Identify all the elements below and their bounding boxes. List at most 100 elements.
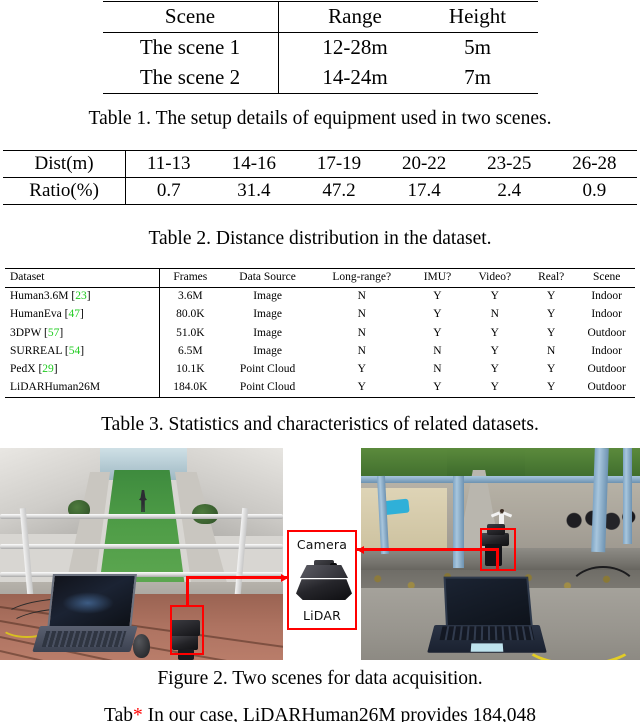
table-3-cell-dataset: HumanEva [47] bbox=[10, 308, 84, 321]
table-2-caption: Table 2. Distance distribution in the da… bbox=[148, 228, 492, 249]
citation-ref[interactable]: 47 bbox=[68, 308, 80, 321]
table-2-ratio-cell: 0.9 bbox=[582, 180, 607, 201]
table-3-cell-frames: 184.0K bbox=[158, 378, 221, 398]
table-row: SURREAL [54] 6.5M Image N N Y N Indoor bbox=[5, 342, 635, 361]
table-3-cell-imu: Y bbox=[433, 308, 442, 321]
table-3-header-real: Real? bbox=[538, 271, 565, 284]
table-3-cell-scene: Outdoor bbox=[587, 326, 626, 339]
dataset-name: 3DPW bbox=[10, 326, 42, 339]
table-3-header-dataset: Dataset bbox=[10, 271, 45, 284]
table-1-header-scene: Scene bbox=[164, 4, 216, 28]
lidar-top-face bbox=[300, 565, 348, 578]
table-3-cell-imu: Y bbox=[433, 290, 442, 303]
table-3-header-video: Video? bbox=[478, 271, 512, 284]
table-3-cell-scene: Indoor bbox=[591, 290, 623, 303]
cut-off-pre: Tab bbox=[104, 706, 133, 722]
table-3-cell-long-range: Y bbox=[357, 362, 366, 375]
table-1-cell-scene: The scene 1 bbox=[139, 35, 241, 59]
table-3-cell-imu: N bbox=[433, 362, 442, 375]
table-3: Dataset Frames Data Source Long-range? I… bbox=[5, 268, 635, 398]
citation-ref[interactable]: 29 bbox=[42, 363, 54, 375]
table-3-cell-real: Y bbox=[547, 362, 556, 375]
table-2-label-dist: Dist(m) bbox=[34, 153, 94, 174]
table-3-cell-frames: 3.6M bbox=[158, 287, 221, 307]
figure-2-caption: Figure 2. Two scenes for data acquisitio… bbox=[157, 668, 483, 689]
citation-ref[interactable]: 54 bbox=[69, 345, 81, 357]
table-3-cell-scene: Indoor bbox=[591, 344, 623, 357]
table-3-caption: Table 3. Statistics and characteristics … bbox=[101, 414, 539, 435]
table-3-header-long-range: Long-range? bbox=[332, 271, 392, 284]
citation-ref[interactable]: 23 bbox=[75, 290, 87, 303]
table-3-cell-long-range: N bbox=[357, 290, 366, 303]
table-3-cell-long-range: Y bbox=[357, 380, 366, 393]
lidar-highlight-box-left bbox=[170, 605, 204, 655]
table-3-cell-source: Image bbox=[253, 290, 282, 303]
laptop-trackpad bbox=[470, 643, 504, 652]
laptop-keyboard bbox=[41, 631, 127, 647]
callout-connector-vertical-left bbox=[186, 576, 189, 606]
table-3-cell-imu: Y bbox=[433, 326, 442, 339]
table-1-header-range: Range bbox=[277, 1, 418, 33]
table-3-cell-source: Image bbox=[253, 326, 282, 339]
cut-off-text-line: Tab* In our case, LiDARHuman26M provides… bbox=[0, 706, 640, 722]
table-3-cell-dataset: SURREAL [54] bbox=[10, 344, 85, 357]
table-1-cell-height: 7m bbox=[464, 65, 491, 89]
dataset-name: Human3.6M bbox=[10, 290, 69, 303]
table-3-cell-dataset: 3DPW [57] bbox=[10, 326, 64, 339]
table-3-cell-real: Y bbox=[547, 380, 556, 393]
table-row: Human3.6M [23] 3.6M Image N Y Y Y Indoor bbox=[5, 287, 635, 307]
table-1-header-row: Scene Range Height bbox=[102, 1, 538, 33]
table-row: PedX [29] 10.1K Point Cloud Y N Y Y Outd… bbox=[5, 360, 635, 379]
table-3-cell-real: Y bbox=[547, 326, 556, 339]
greenery bbox=[447, 448, 527, 476]
cut-off-text: Tab* In our case, LiDARHuman26M provides… bbox=[104, 706, 536, 722]
table-3-header-frames: Frames bbox=[158, 268, 221, 288]
callout-connector-horizontal-left bbox=[186, 576, 287, 579]
blue-pillar bbox=[623, 448, 632, 544]
table-1-header-height: Height bbox=[448, 4, 507, 28]
citation-ref[interactable]: 57 bbox=[48, 327, 60, 339]
table-3-cell-video: Y bbox=[490, 326, 499, 339]
table-3-header-source: Data Source bbox=[239, 271, 296, 284]
table-3-cell-frames: 80.0K bbox=[158, 306, 221, 325]
table-3-cell-video: Y bbox=[490, 380, 499, 393]
table-2-ratio-cell: 31.4 bbox=[237, 180, 271, 201]
table-1: Scene Range Height The scene 1 12-28m 5m… bbox=[102, 1, 538, 94]
camera-label: Camera bbox=[296, 537, 348, 552]
table-2-ratio-cell: 0.7 bbox=[125, 177, 212, 205]
laptop-screen-content bbox=[62, 592, 114, 614]
table-3-cell-real: Y bbox=[547, 290, 556, 303]
table-2-container: Dist(m) 11-13 14-16 17-19 20-22 23-25 26… bbox=[3, 150, 637, 205]
sandy-area bbox=[361, 488, 447, 550]
table-2-dist-cell: 26-28 bbox=[572, 153, 617, 174]
table-3-cell-imu: Y bbox=[433, 380, 442, 393]
table-2-ratio-cell: 47.2 bbox=[322, 180, 356, 201]
table-3-cell-dataset: PedX [29] bbox=[10, 362, 58, 375]
table-2: Dist(m) 11-13 14-16 17-19 20-22 23-25 26… bbox=[3, 150, 637, 205]
table-3-cell-source: Image bbox=[253, 308, 282, 321]
table-3-cell-real: Y bbox=[547, 308, 556, 321]
table-1-cell-scene: The scene 2 bbox=[139, 65, 241, 89]
table-3-cell-video: Y bbox=[490, 362, 499, 375]
table-3-cell-frames: 51.0K bbox=[158, 324, 221, 343]
table-2-dist-cell: 23-25 bbox=[487, 153, 532, 174]
callout-arrow-right bbox=[357, 545, 364, 554]
table-3-cell-video: Y bbox=[490, 290, 499, 303]
table-3-cell-source: Image bbox=[253, 344, 282, 357]
device-callout-panel: Camera LiDAR bbox=[287, 530, 357, 630]
laptop-keyboard bbox=[439, 626, 535, 641]
dataset-name: SURREAL bbox=[10, 344, 62, 357]
table-3-cell-long-range: N bbox=[357, 326, 366, 339]
callout-connector-horizontal-right bbox=[357, 548, 499, 551]
table-3-cell-imu: N bbox=[433, 344, 442, 357]
table-3-cell-frames: 10.1K bbox=[158, 360, 221, 379]
lidar-label: LiDAR bbox=[302, 608, 342, 623]
table-1-cell-height: 5m bbox=[464, 35, 491, 59]
footnote-marker: * bbox=[133, 706, 143, 722]
table-1-cell-range: 14-24m bbox=[277, 63, 418, 94]
table-3-cell-long-range: N bbox=[357, 344, 366, 357]
table-3-container: Dataset Frames Data Source Long-range? I… bbox=[5, 268, 635, 398]
table-3-cell-scene: Outdoor bbox=[587, 362, 626, 375]
table-3-cell-scene: Outdoor bbox=[587, 380, 626, 393]
table-row: HumanEva [47] 80.0K Image N Y N Y Indoor bbox=[5, 306, 635, 325]
